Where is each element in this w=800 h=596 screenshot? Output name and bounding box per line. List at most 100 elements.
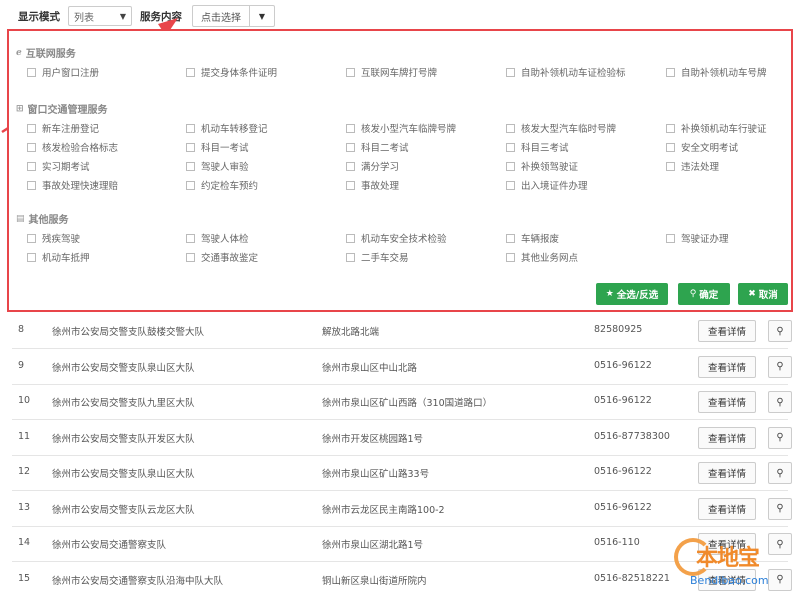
checkbox[interactable] <box>666 161 675 171</box>
checkbox[interactable] <box>346 233 355 243</box>
map-marker-icon[interactable]: ⚲ <box>768 426 792 449</box>
service-option[interactable]: 驾驶证办理 <box>666 231 729 245</box>
cell-phone: 0516-82518221 <box>594 572 670 584</box>
service-option-label: 残疾驾驶 <box>42 234 81 245</box>
checkbox[interactable] <box>506 252 515 262</box>
checkbox[interactable] <box>346 142 355 152</box>
checkbox[interactable] <box>27 180 36 190</box>
cell-address: 徐州市泉山区中山北路 <box>322 362 418 374</box>
checkbox[interactable] <box>666 67 675 77</box>
toolbar: 显示模式 列表 ▼ 服务内容 点击选择 ▼ <box>18 4 275 28</box>
service-option[interactable]: 机动车安全技术检验 <box>346 231 447 245</box>
display-mode-select[interactable]: 列表 ▼ <box>68 6 132 26</box>
service-option[interactable]: 核发检验合格标志 <box>27 140 118 154</box>
service-option[interactable]: 机动车转移登记 <box>186 121 268 135</box>
checkbox[interactable] <box>346 180 355 190</box>
table-row: 10 徐州市公安局交警支队九里区大队 徐州市泉山区矿山西路（310国道路口） 0516… <box>12 384 792 420</box>
checkbox[interactable] <box>506 180 515 190</box>
checkbox[interactable] <box>506 142 515 152</box>
checkbox[interactable] <box>27 252 36 262</box>
service-option[interactable]: 机动车抵押 <box>27 250 90 264</box>
service-option[interactable]: 核发小型汽车临牌号牌 <box>346 121 456 135</box>
service-option[interactable]: 违法处理 <box>666 159 719 173</box>
service-option[interactable]: 残疾驾驶 <box>27 231 80 245</box>
table-row: 11 徐州市公安局交警支队开发区大队 徐州市开发区桃园路1号 0516-8773830… <box>12 420 792 456</box>
view-detail-button[interactable]: 查看详情 <box>698 426 756 449</box>
service-option[interactable]: 驾驶人审验 <box>186 159 249 173</box>
map-marker-icon[interactable]: ⚲ <box>768 391 792 413</box>
cell-no: 10 <box>18 395 31 406</box>
service-option-label: 满分学习 <box>361 162 400 173</box>
caret-down-icon[interactable]: ▼ <box>250 6 274 26</box>
view-detail-button[interactable]: 查看详情 <box>698 497 756 520</box>
service-option[interactable]: 提交身体条件证明 <box>186 65 277 79</box>
service-option[interactable]: 自助补领机动车号牌 <box>666 65 767 79</box>
checkbox[interactable] <box>666 123 675 133</box>
checkbox[interactable] <box>186 161 195 171</box>
table-row: 13 徐州市公安局交警支队云龙区大队 徐州市云龙区民主南路100-2 0516-961… <box>12 491 792 527</box>
checkbox[interactable] <box>186 142 195 152</box>
service-option[interactable]: 满分学习 <box>346 159 399 173</box>
cell-phone: 0516-87738300 <box>594 430 670 442</box>
service-option[interactable]: 科目二考试 <box>346 140 409 154</box>
view-detail-button[interactable]: 查看详情 <box>698 391 756 413</box>
map-marker-icon[interactable]: ⚲ <box>768 320 792 342</box>
service-option[interactable]: 自助补领机动车证检验标 <box>506 65 626 79</box>
service-option[interactable]: 互联网车牌打号牌 <box>346 65 437 79</box>
select-all-button[interactable]: ★ 全选/反选 <box>596 283 668 305</box>
checkbox[interactable] <box>186 180 195 190</box>
cell-phone: 0516-96122 <box>594 359 652 371</box>
checkbox[interactable] <box>506 123 515 133</box>
service-option[interactable]: 驾驶人体检 <box>186 231 249 245</box>
service-option[interactable]: 出入境证件办理 <box>506 178 588 192</box>
service-option[interactable]: 实习期考试 <box>27 159 90 173</box>
view-detail-button[interactable]: 查看详情 <box>698 320 756 342</box>
service-option-label: 约定检车预约 <box>201 181 259 192</box>
checkbox[interactable] <box>186 233 195 243</box>
service-option[interactable]: 二手车交易 <box>346 250 409 264</box>
service-option[interactable]: 交通事故鉴定 <box>186 250 258 264</box>
checkbox[interactable] <box>186 123 195 133</box>
view-detail-button[interactable]: 查看详情 <box>698 355 756 378</box>
checkbox[interactable] <box>666 142 675 152</box>
service-option[interactable]: 约定检车预约 <box>186 178 258 192</box>
checkbox[interactable] <box>186 67 195 77</box>
checkbox[interactable] <box>666 233 675 243</box>
map-marker-icon[interactable]: ⚲ <box>768 462 792 484</box>
checkbox[interactable] <box>346 123 355 133</box>
service-option-label: 车辆报废 <box>521 234 560 245</box>
checkbox[interactable] <box>346 161 355 171</box>
cell-phone: 0516-110 <box>594 537 640 548</box>
service-option[interactable]: 事故处理快速理赔 <box>27 178 118 192</box>
cancel-button[interactable]: ✖ 取消 <box>738 283 788 305</box>
service-option[interactable]: 事故处理 <box>346 178 399 192</box>
service-option[interactable]: 用户窗口注册 <box>27 65 99 79</box>
service-option[interactable]: 核发大型汽车临时号牌 <box>506 121 616 135</box>
map-marker-icon[interactable]: ⚲ <box>768 497 792 520</box>
view-detail-button[interactable]: 查看详情 <box>698 462 756 484</box>
checkbox[interactable] <box>506 233 515 243</box>
checkbox[interactable] <box>27 142 36 152</box>
checkbox[interactable] <box>27 123 36 133</box>
checkbox[interactable] <box>27 233 36 243</box>
checkbox[interactable] <box>506 161 515 171</box>
checkbox[interactable] <box>27 161 36 171</box>
map-marker-icon[interactable]: ⚲ <box>768 355 792 378</box>
service-option-label: 违法处理 <box>681 162 720 173</box>
checkbox[interactable] <box>346 67 355 77</box>
checkbox[interactable] <box>186 252 195 262</box>
checkbox[interactable] <box>506 67 515 77</box>
confirm-button[interactable]: ⚲ 确定 <box>678 283 730 305</box>
service-option[interactable]: 车辆报废 <box>506 231 559 245</box>
checkbox[interactable] <box>27 67 36 77</box>
cell-no: 11 <box>18 430 31 442</box>
service-option[interactable]: 科目三考试 <box>506 140 569 154</box>
service-option[interactable]: 科目一考试 <box>186 140 249 154</box>
service-option[interactable]: 补换领驾驶证 <box>506 159 578 173</box>
service-option[interactable]: 安全文明考试 <box>666 140 738 154</box>
service-option[interactable]: 补换领机动车行驶证 <box>666 121 767 135</box>
service-option[interactable]: 新车注册登记 <box>27 121 99 135</box>
checkbox[interactable] <box>346 252 355 262</box>
service-picker[interactable]: 点击选择 ▼ <box>192 5 275 27</box>
service-option[interactable]: 其他业务网点 <box>506 250 578 264</box>
